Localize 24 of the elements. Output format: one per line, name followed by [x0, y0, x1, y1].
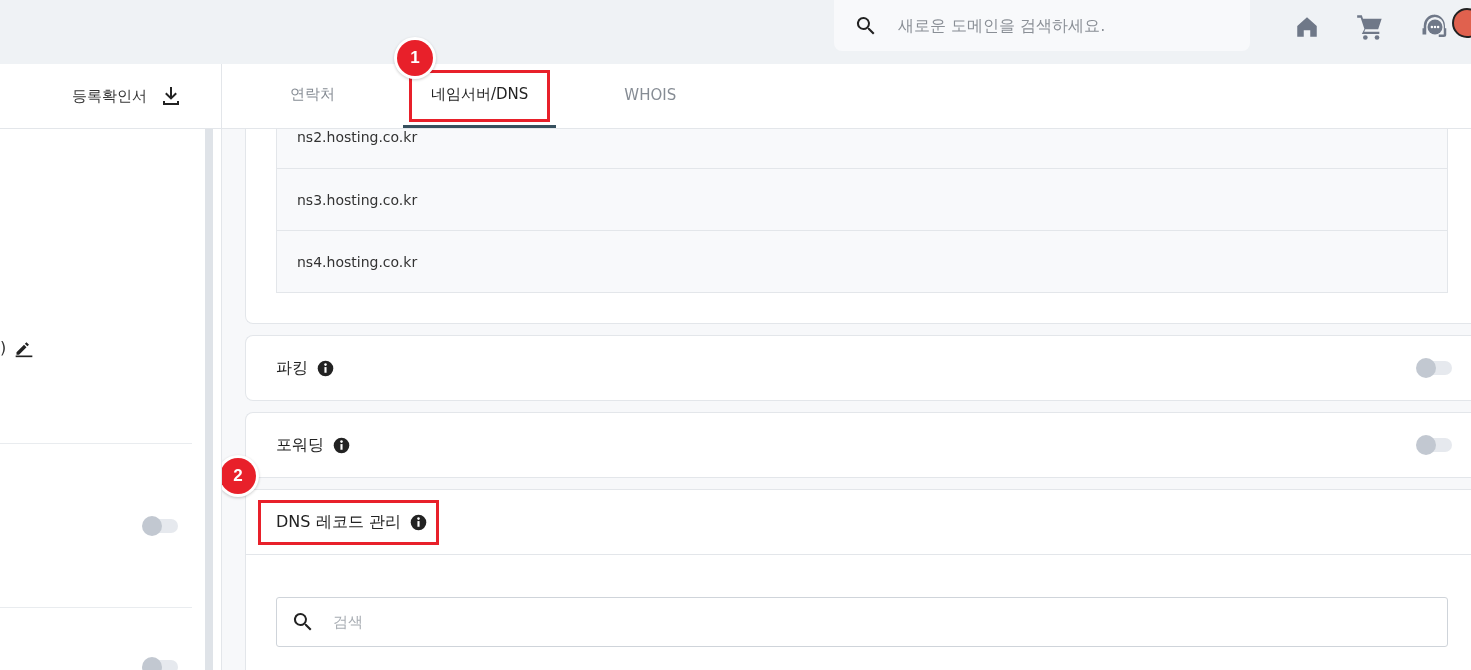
domain-search-field[interactable]: 새로운 도메인을 검색하세요.: [896, 15, 1240, 36]
callout-badge: 1: [397, 40, 433, 76]
section-title: 파킹: [276, 357, 308, 379]
search-box[interactable]: 검색: [276, 597, 1448, 647]
callout-badge: 2: [222, 457, 256, 494]
info-icon: [333, 436, 350, 454]
nameserver-row: ns2.hosting.co.kr: [276, 129, 1448, 169]
tab[interactable]: 네임서버/DNS: [403, 64, 557, 128]
cart-icon: [1356, 13, 1384, 41]
section-title: 포워딩: [276, 434, 324, 456]
search-bar[interactable]: 새로운 도메인을 검색하세요.: [834, 0, 1250, 51]
value-text: ): [0, 338, 7, 357]
section-title: DNS 레코드 관리: [276, 511, 401, 533]
toggle-switch[interactable]: [144, 518, 178, 533]
nameserver-row: ns4.hosting.co.kr: [276, 231, 1448, 293]
toggle-switch[interactable]: [144, 660, 178, 670]
nameserver-row: ns3.hosting.co.kr: [276, 169, 1448, 231]
toggle-switch[interactable]: [1418, 361, 1452, 375]
toggle-switch[interactable]: [1418, 438, 1452, 452]
certificate-download-button[interactable]: 등록확인서: [72, 84, 183, 108]
scrollbar[interactable]: [205, 129, 213, 670]
info-icon: [409, 513, 427, 531]
tab[interactable]: 연락처: [262, 64, 363, 128]
info-icon: [317, 359, 334, 377]
